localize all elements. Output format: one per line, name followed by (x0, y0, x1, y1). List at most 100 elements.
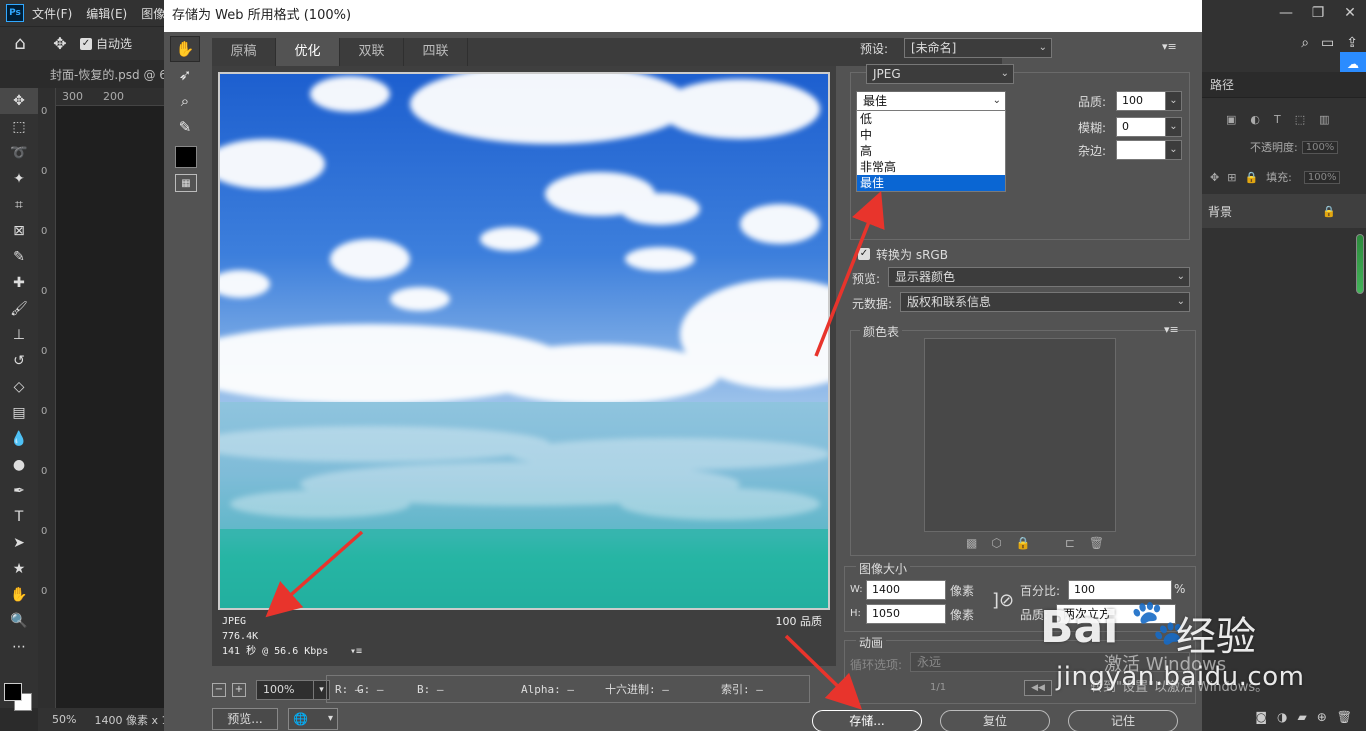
zoom-icon[interactable]: 🔍 (0, 608, 38, 634)
type-icon[interactable]: T (0, 504, 38, 530)
width-field[interactable]: 1400 (866, 580, 946, 600)
more-tools-icon[interactable]: ⋯ (0, 634, 38, 660)
blur-field[interactable]: 0 (1116, 117, 1166, 137)
minimize-icon[interactable]: — (1270, 0, 1302, 26)
slice-select-icon[interactable]: ➶ (170, 62, 200, 88)
foreground-color-swatch[interactable] (4, 683, 22, 701)
restore-icon[interactable]: ❐ (1302, 0, 1334, 26)
marquee-icon[interactable]: ⬚ (0, 114, 38, 140)
zoom-in-icon[interactable]: + (232, 683, 246, 697)
color-swatches[interactable] (4, 683, 34, 713)
move-tool-icon[interactable]: ✥ (40, 34, 80, 53)
matte-swatch[interactable] (1116, 140, 1166, 160)
new-layer-icon[interactable]: ⊕ (1317, 710, 1327, 724)
healing-icon[interactable]: ✚ (0, 270, 38, 296)
preview-image[interactable] (218, 72, 830, 610)
home-icon[interactable]: ⌂ (0, 33, 40, 54)
pen-icon[interactable]: ✒ (0, 478, 38, 504)
filter-shape-icon[interactable]: ⬚ (1295, 113, 1305, 126)
delete-color-icon[interactable]: 🗑 (1089, 536, 1104, 550)
hand-icon[interactable]: ✋ (0, 582, 38, 608)
link-icon[interactable]: ]⊘ (992, 590, 1014, 611)
format-select[interactable]: JPEG ⌄ (866, 64, 1014, 84)
chevron-down-icon[interactable]: ⌄ (1166, 140, 1182, 160)
filter-type-icon[interactable]: T (1274, 113, 1281, 126)
convert-srgb-checkbox[interactable]: ✓ (858, 248, 870, 260)
share-icon[interactable]: ⇪ (1346, 35, 1358, 51)
crop-icon[interactable]: ⌗ (0, 192, 38, 218)
auto-select-checkbox[interactable]: ✓ 自动选 (80, 35, 132, 52)
eraser-icon[interactable]: ◇ (0, 374, 38, 400)
option-best[interactable]: 最佳 (857, 175, 1005, 191)
lasso-icon[interactable]: ➰ (0, 140, 38, 166)
fill-field[interactable]: 100% (1303, 170, 1341, 184)
tab-2-up[interactable]: 双联 (340, 38, 404, 66)
lock-all-icon[interactable]: 🔒 (1244, 171, 1258, 184)
panel-scrollbar[interactable] (1356, 234, 1364, 294)
stamp-icon[interactable]: ⊥ (0, 322, 38, 348)
browser-select[interactable]: 🌐 ▾ (288, 708, 338, 730)
magic-wand-icon[interactable]: ✦ (0, 166, 38, 192)
preview-select[interactable]: 显示器颜色 ⌄ (888, 267, 1190, 287)
eyedropper-icon[interactable]: ✎ (0, 244, 38, 270)
quality-field[interactable]: 100 (1116, 91, 1166, 111)
layer-item-background[interactable]: 背景 🔒 (1202, 194, 1366, 228)
quality-slider-icon[interactable]: ⌄ (1166, 91, 1182, 111)
delete-layer-icon[interactable]: 🗑 (1337, 710, 1352, 724)
convert-srgb-label: 转换为 sRGB (876, 248, 948, 262)
option-very-high[interactable]: 非常高 (857, 159, 1005, 175)
group-folder-icon[interactable]: ▰ (1297, 710, 1306, 724)
height-field[interactable]: 1050 (866, 604, 946, 624)
close-icon[interactable]: ✕ (1334, 0, 1366, 26)
filter-image-icon[interactable]: ▣ (1226, 113, 1236, 126)
preset-menu-icon[interactable]: ▾≡ (1162, 40, 1177, 53)
search-icon[interactable]: ⌕ (1301, 35, 1309, 51)
move-icon[interactable]: ✥ (0, 88, 38, 114)
preset-select[interactable]: [未命名] ⌄ (904, 38, 1052, 58)
option-high[interactable]: 高 (857, 143, 1005, 159)
web-snap-icon[interactable]: ▩ (966, 536, 977, 550)
color-table-menu-icon[interactable]: ▾≡ (1164, 323, 1179, 336)
hand-tool-icon[interactable]: ✋ (170, 36, 200, 62)
paths-tab[interactable]: 路径 (1202, 72, 1366, 98)
blur-icon[interactable]: 💧 (0, 426, 38, 452)
filter-adjust-icon[interactable]: ◐ (1250, 113, 1260, 126)
lock-color-icon[interactable]: 🔒 (1016, 536, 1031, 550)
add-mask-icon[interactable]: ◙ (1255, 710, 1267, 724)
new-color-icon[interactable]: ⊏ (1065, 536, 1075, 550)
dodge-icon[interactable]: ● (0, 452, 38, 478)
shape-icon[interactable]: ★ (0, 556, 38, 582)
workspace-icon[interactable]: ▭ (1321, 35, 1334, 51)
tab-original[interactable]: 原稿 (212, 38, 276, 66)
lock-artboard-icon[interactable]: ⊞ (1227, 171, 1236, 184)
quality-preset-select[interactable]: 最佳 ⌄ (856, 91, 1006, 111)
filter-smart-icon[interactable]: ▥ (1319, 113, 1329, 126)
cube-icon[interactable]: ⬡ (991, 536, 1001, 550)
brush-icon[interactable]: 🖌 (0, 296, 38, 322)
lock-move-icon[interactable]: ✥ (1210, 171, 1219, 184)
adjustment-layer-icon[interactable]: ◑ (1277, 710, 1287, 724)
option-medium[interactable]: 中 (857, 127, 1005, 143)
tab-optimized[interactable]: 优化 (276, 38, 340, 66)
menu-file[interactable]: 文件(F) (32, 5, 72, 22)
toggle-slices-icon[interactable]: ▦ (175, 174, 197, 192)
blur-slider-icon[interactable]: ⌄ (1166, 117, 1182, 137)
option-low[interactable]: 低 (857, 111, 1005, 127)
history-brush-icon[interactable]: ↺ (0, 348, 38, 374)
gradient-icon[interactable]: ▤ (0, 400, 38, 426)
frame-icon[interactable]: ⊠ (0, 218, 38, 244)
eyedropper-tool-icon[interactable]: ✎ (170, 114, 200, 140)
zoom-select[interactable]: 100% ▾ (256, 680, 330, 700)
eyedropper-color-swatch[interactable] (175, 146, 197, 168)
zoom-out-icon[interactable]: − (212, 683, 226, 697)
preview-button[interactable]: 预览... (212, 708, 278, 730)
path-select-icon[interactable]: ➤ (0, 530, 38, 556)
menu-edit[interactable]: 编辑(E) (86, 5, 127, 22)
tab-4-up[interactable]: 四联 (404, 38, 468, 66)
document-tab[interactable]: 封面-恢复的.psd @ 6 (40, 62, 170, 88)
opacity-field[interactable]: 100% (1301, 140, 1339, 154)
metadata-select[interactable]: 版权和联系信息 ⌄ (900, 292, 1190, 312)
zoom-tool-icon[interactable]: ⌕ (170, 88, 200, 114)
checkbox-icon[interactable]: ✓ (80, 37, 92, 50)
download-speed-menu-icon[interactable]: ▾≡ (350, 644, 362, 659)
